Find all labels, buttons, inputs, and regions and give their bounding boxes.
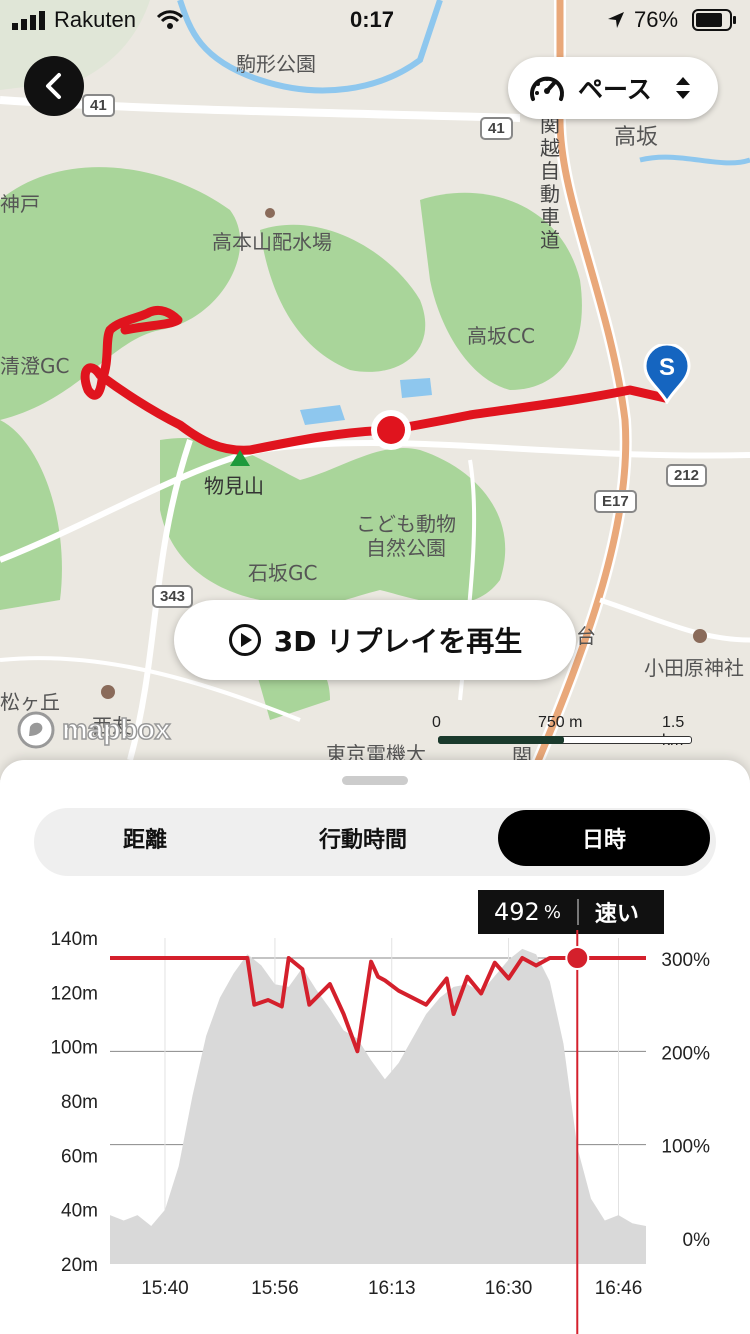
x-tick-label: 16:13 [368,1278,416,1299]
elevation-area [110,948,646,1264]
x-axis-mode-selector: 距離 行動時間 日時 [34,808,716,876]
y-right-tick-label: 100% [661,1137,710,1158]
y-left-tick-label: 20m [61,1255,98,1276]
speedometer-icon [530,76,564,101]
map-label: 台 [576,624,596,648]
battery-icon [692,9,736,31]
route-shield: 41 [82,94,115,117]
carrier-name: Rakuten [54,7,136,32]
pace-selector[interactable]: ペース [508,57,718,119]
map-label: 関越自動車道 [540,113,560,252]
mapbox-wordmark: mapbox [61,713,171,747]
scale-label: 0 [432,714,441,731]
y-left-tick-label: 140m [50,930,98,950]
tab-distance[interactable]: 距離 [34,810,256,866]
tab-datetime[interactable]: 日時 [498,810,710,866]
sheet-drag-handle[interactable] [342,776,408,785]
wifi-icon [156,10,184,29]
battery-percent: 76% [634,7,679,32]
play-circle-icon [228,624,261,656]
map-label: 駒形公園 [236,52,316,76]
pace-line [110,956,646,1054]
y-left-tick-label: 120m [50,983,98,1004]
route-shield: 41 [480,117,513,140]
y-right-tick-label: 200% [661,1043,710,1064]
route-shield: E17 [594,490,637,513]
scale-label: 750 m [538,714,583,731]
map-label: 神戸 [0,192,40,216]
scale-label: 1.5 km [662,714,685,749]
map-label: 物見山 [204,474,264,498]
replay-3d-label: 3D リプレイを再生 [273,625,523,658]
clock: 0:17 [350,7,395,32]
x-tick-label: 15:56 [251,1278,299,1299]
map-label: 高坂CC [467,324,535,348]
x-tick-label: 15:40 [141,1278,189,1299]
y-right-tick-label: 0% [683,1230,711,1251]
y-left-tick-label: 40m [61,1201,98,1222]
route-shield: 343 [152,585,194,608]
y-left-tick-label: 80m [61,1092,98,1113]
replay-3d-button[interactable]: 3D リプレイを再生 [174,600,576,680]
tooltip-value: 492 [494,898,540,926]
x-tick-label: 16:30 [485,1278,533,1299]
tooltip-status: 速い [594,902,639,927]
signal-icon [12,11,45,30]
y-right-tick-label: 300% [661,950,710,971]
status-bar: Rakuten 0:17 76% [0,0,750,40]
tooltip-unit: % [543,901,561,923]
mapbox-logo-icon [17,711,55,749]
elevation-pace-chart[interactable]: 140m120m100m80m60m40m20m 300%200%100%0% … [0,930,750,1334]
tab-moving-time[interactable]: 行動時間 [252,810,474,866]
scale-bar: 0 750 m 1.5 km [430,714,700,754]
chart-cursor-dot [565,946,590,970]
start-marker[interactable]: S [643,344,691,404]
map-label: 高本山配水場 [212,230,332,254]
tooltip-divider [576,899,579,925]
map-label: 小田原神社 [644,656,744,680]
back-button[interactable] [24,56,84,116]
map-label: 高坂 [614,125,659,150]
pace-tooltip: 492 % 速い [478,890,664,934]
y-left-tick-label: 60m [61,1146,98,1167]
pace-selector-label: ペース [578,75,652,104]
start-marker-label: S [659,354,675,381]
location-arrow-icon [608,12,624,28]
route-shield: 212 [666,464,708,487]
map-label: 自然公園 [366,536,446,560]
map-label: 石坂GC [248,561,318,585]
chevron-left-icon [46,73,61,99]
mapbox-attribution[interactable]: mapbox [16,710,171,750]
map-label: 清澄GC [0,354,70,378]
sort-arrows-icon [675,77,690,99]
y-left-tick-label: 100m [50,1038,98,1059]
x-tick-label: 16:46 [595,1278,643,1299]
